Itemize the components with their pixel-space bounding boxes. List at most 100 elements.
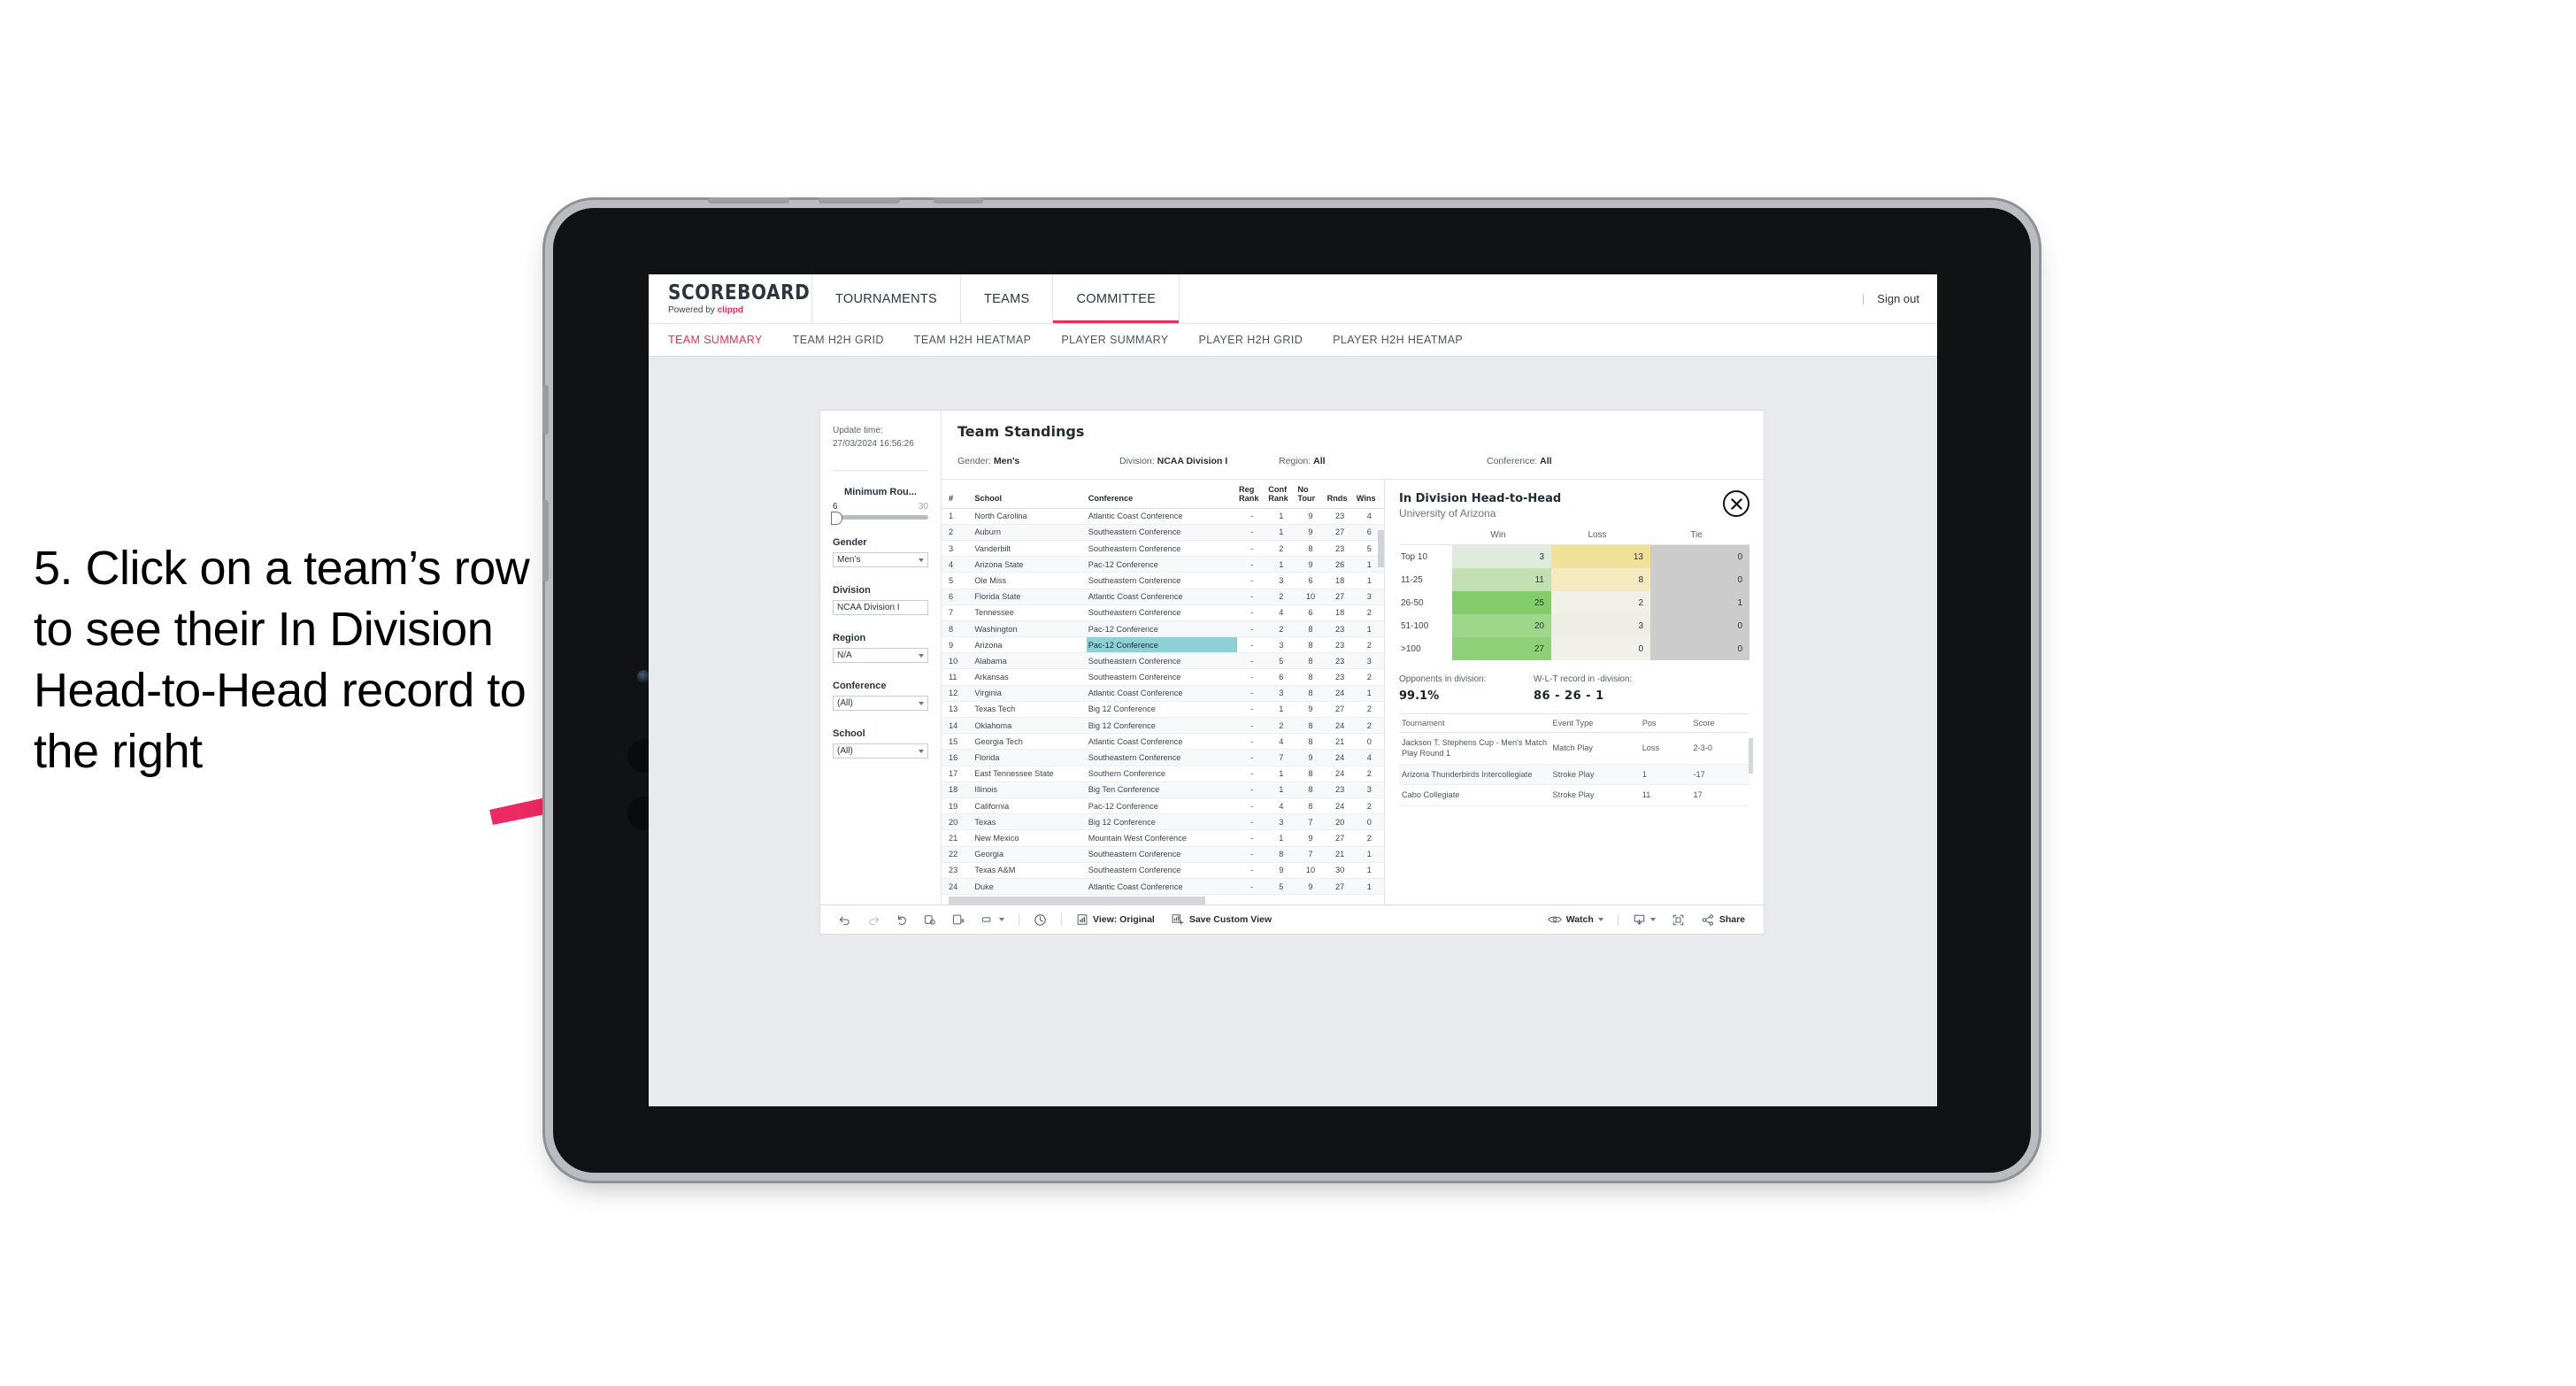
tournament-row[interactable]: Arizona Thunderbirds Intercollegiate Stro… — [1399, 764, 1749, 786]
sign-out-link[interactable]: Sign out — [1877, 292, 1919, 305]
table-row[interactable]: 20 Texas Big 12 Conference -3 7 20 0 — [942, 813, 1384, 831]
top-nav-teams[interactable]: TEAMS — [961, 274, 1054, 323]
pause-button[interactable] — [944, 913, 973, 926]
cell-tournament: Jackson T. Stephens Cup - Men’s Match Pl… — [1399, 732, 1550, 765]
table-row[interactable]: 16 Florida Southeastern Conference -7 9 24 4 — [942, 749, 1384, 766]
standings-vertical-scrollbar[interactable] — [1378, 529, 1384, 567]
table-row[interactable]: 22 Georgia Southeastern Conference -8 7 21 1 — [942, 846, 1384, 863]
cell-conf-rank: 3 — [1266, 685, 1296, 702]
view-original-button[interactable]: View: Original — [1068, 913, 1163, 926]
tab-team-summary[interactable]: TEAM SUMMARY — [668, 334, 763, 346]
tournament-row[interactable]: Jackson T. Stephens Cup - Men’s Match Pl… — [1399, 732, 1749, 765]
table-row[interactable]: 7 Tennessee Southeastern Conference -4 6 18 2 — [942, 604, 1384, 621]
standings-header: Team Standings Gender: Men’s Division: N… — [942, 411, 1764, 480]
table-row[interactable]: 9 Arizona Pac-12 Conference -3 8 23 2 — [942, 636, 1384, 654]
tab-player-h2h-grid[interactable]: PLAYER H2H GRID — [1199, 334, 1303, 346]
redo-button[interactable] — [859, 913, 888, 926]
tab-player-h2h-heatmap[interactable]: PLAYER H2H HEATMAP — [1333, 334, 1463, 346]
viz-bottom-toolbar: View: Original Save Custom View Watch Sh… — [819, 905, 1765, 935]
table-row[interactable]: 17 East Tennessee State Southern Conferenc… — [942, 766, 1384, 782]
cell-conference: Southeastern Conference — [1086, 749, 1238, 766]
chevron-down-icon — [919, 653, 924, 658]
revert-button[interactable] — [888, 913, 916, 926]
logo-wordmark: SCOREBOARD — [668, 279, 811, 304]
tournament-row[interactable]: Cabo Collegiate Stroke Play 11 17 — [1399, 784, 1749, 806]
download-button[interactable] — [1625, 913, 1664, 927]
undo-button[interactable] — [831, 913, 859, 926]
fullscreen-button[interactable] — [1664, 913, 1693, 927]
save-custom-view-button[interactable]: Save Custom View — [1163, 913, 1280, 926]
table-row[interactable]: 1 North Carolina Atlantic Coast Conference… — [942, 508, 1384, 525]
cell-conf-rank: 2 — [1266, 717, 1296, 735]
device-button-top-1 — [708, 197, 789, 204]
watch-button[interactable]: Watch — [1540, 914, 1611, 925]
cell-conf-rank: 5 — [1266, 652, 1296, 670]
h2h-cell-loss: 8 — [1551, 568, 1650, 591]
table-row[interactable]: 8 Washington Pac-12 Conference -2 8 23 1 — [942, 620, 1384, 638]
cell-pos: Loss — [1639, 732, 1691, 765]
conference-select[interactable]: (All) — [833, 696, 928, 711]
school-select[interactable]: (All) — [833, 743, 928, 758]
table-row[interactable]: 4 Arizona State Pac-12 Conference -1 9 26 1 — [942, 556, 1384, 574]
table-row[interactable]: 19 California Pac-12 Conference -4 8 24 2 — [942, 797, 1384, 815]
cell-reg-rank: - — [1237, 829, 1267, 847]
cell-rounds: 24 — [1325, 766, 1355, 782]
h2h-row-label: 51-100 — [1399, 614, 1452, 637]
table-row[interactable]: 15 Georgia Tech Atlantic Coast Conference -… — [942, 733, 1384, 751]
cell-school: Arizona State — [973, 556, 1087, 574]
table-row[interactable]: 2 Auburn Southeastern Conference -1 9 27 6 — [942, 524, 1384, 541]
table-row[interactable]: 23 Texas A&M Southeastern Conference -9 10 30… — [942, 862, 1384, 879]
highlight-icon — [981, 917, 991, 922]
school-value: (All) — [837, 746, 853, 756]
cell-rank: 5 — [942, 572, 973, 589]
table-row[interactable]: 12 Virginia Atlantic Coast Conference -3 8 24… — [942, 685, 1384, 702]
tablet-device-frame: SCOREBOARD Powered by clippd TOURNAMENTS… — [542, 197, 2031, 1173]
table-row[interactable]: 24 Duke Atlantic Coast Conference -5 9 27 1 — [942, 878, 1384, 896]
conference-label: Conference — [833, 681, 887, 691]
standings-scroll-area[interactable]: 1 North Carolina Atlantic Coast Conference… — [942, 508, 1384, 897]
top-nav-committee[interactable]: COMMITTEE — [1053, 274, 1180, 323]
table-row[interactable]: 3 Vanderbilt Southeastern Conference -2 8 23 5 — [942, 540, 1384, 558]
h2h-cell-loss: 0 — [1551, 637, 1650, 660]
filter-minimum-rounds: Minimum Rou... 6 30 — [831, 487, 928, 525]
cell-wins: 4 — [1354, 749, 1384, 766]
division-select[interactable]: NCAA Division I — [833, 600, 928, 615]
table-row[interactable]: 18 Illinois Big Ten Conference -1 8 23 3 — [942, 782, 1384, 798]
highlight-button[interactable] — [973, 913, 1012, 926]
table-row[interactable]: 13 Texas Tech Big 12 Conference -1 9 27 2 — [942, 701, 1384, 719]
close-icon[interactable] — [1723, 490, 1749, 517]
cell-rank: 24 — [942, 878, 973, 896]
table-row[interactable]: 6 Florida State Atlantic Coast Conference -… — [942, 589, 1384, 605]
cell-no-tour: 8 — [1296, 717, 1326, 735]
share-button[interactable]: Share — [1693, 913, 1753, 927]
cell-reg-rank: - — [1237, 604, 1267, 621]
refresh-button[interactable] — [916, 913, 944, 926]
gender-select[interactable]: Men’s — [833, 552, 928, 567]
share-label: Share — [1719, 914, 1745, 925]
tournament-vertical-scrollbar[interactable] — [1749, 738, 1753, 774]
table-row[interactable]: 11 Arkansas Southeastern Conference -6 8 23 2 — [942, 668, 1384, 686]
device-preview-button[interactable] — [1026, 913, 1055, 927]
cell-conf-rank: 4 — [1266, 733, 1296, 751]
table-row[interactable]: 10 Alabama Southeastern Conference -5 8 23 3 — [942, 652, 1384, 670]
region-select[interactable]: N/A — [833, 648, 928, 663]
h2h-cell-tie: 0 — [1650, 544, 1749, 568]
cell-wins: 2 — [1354, 829, 1384, 847]
table-row[interactable]: 5 Ole Miss Southeastern Conference -3 6 18 1 — [942, 572, 1384, 589]
minimum-rounds-slider[interactable] — [831, 512, 928, 525]
cell-reg-rank: - — [1237, 766, 1267, 782]
cell-rounds: 23 — [1325, 652, 1355, 670]
top-nav-tournaments[interactable]: TOURNAMENTS — [812, 274, 962, 323]
tab-player-summary[interactable]: PLAYER SUMMARY — [1061, 334, 1168, 346]
standings-horizontal-scrollbar[interactable] — [949, 897, 1205, 905]
table-row[interactable]: 21 New Mexico Mountain West Conference -1 9 2… — [942, 829, 1384, 847]
tab-team-h2h-heatmap[interactable]: TEAM H2H HEATMAP — [914, 334, 1032, 346]
cell-wins: 0 — [1354, 813, 1384, 831]
slider-handle[interactable] — [831, 512, 842, 525]
undo-icon — [839, 916, 850, 926]
table-row[interactable]: 14 Oklahoma Big 12 Conference -2 8 24 2 — [942, 717, 1384, 735]
app-logo[interactable]: SCOREBOARD Powered by clippd — [649, 274, 812, 323]
col-tournament: Tournament — [1399, 713, 1550, 733]
tab-team-h2h-grid[interactable]: TEAM H2H GRID — [793, 334, 884, 346]
cell-wins: 3 — [1354, 589, 1384, 605]
